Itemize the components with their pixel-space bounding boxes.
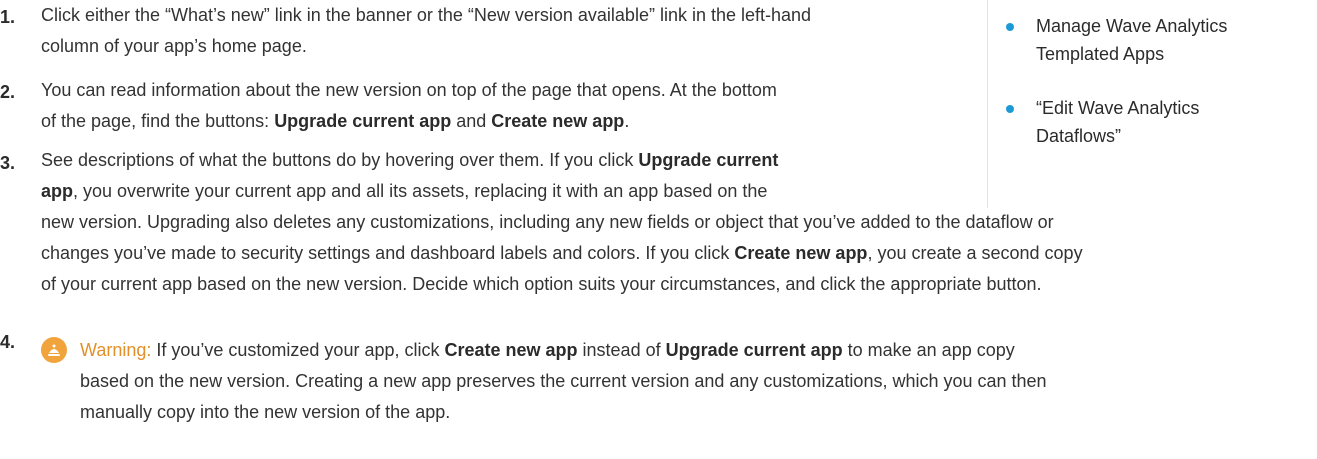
bullet-icon [1006,105,1014,113]
step-1-line-1: Click either the “What’s new” link in th… [41,5,812,25]
create-new-app-term: Create new app [491,111,625,131]
step-3-line-1: See descriptions of what the buttons do … [41,150,779,170]
warning-text: Warning: If you’ve customized your app, … [80,335,1047,428]
create-new-app-term: Create new app [444,340,578,360]
step-number: 3. [0,153,16,173]
sidebar-item-label: “Edit Wave Analytics [1036,98,1200,118]
step-2-line-1: You can read information about the new v… [41,80,777,100]
sidebar-item-label: Dataflows” [1036,126,1122,146]
step-3-line-5: of your current app based on the new ver… [41,274,1042,294]
warning-icon [41,337,67,363]
upgrade-current-app-term: Upgrade current app [274,111,452,131]
step-text: See descriptions of what the buttons do … [41,145,778,207]
app-term: app [41,181,74,201]
step-text: Click either the “What’s new” link in th… [41,0,811,62]
sidebar-item-edit-dataflows[interactable]: “Edit Wave Analytics Dataflows” [1006,94,1296,150]
warning-line-3: manually copy into the new version of th… [80,402,451,422]
step-3-line-2: app, you overwrite your current app and … [41,181,768,201]
step-number: 1. [0,7,16,27]
sidebar-item-label: Templated Apps [1036,44,1165,64]
step-number: 2. [0,82,16,102]
warning-label: Warning: [80,340,152,360]
warning-line-1: Warning: If you’ve customized your app, … [80,340,1015,360]
related-links-sidebar: Manage Wave Analytics Templated Apps “Ed… [987,0,1298,208]
step-3-line-3: new version. Upgrading also deletes any … [41,212,1054,232]
create-new-app-term: Create new app [734,243,868,263]
step-1-line-2: column of your app’s home page. [41,36,307,56]
warning-line-2: based on the new version. Creating a new… [80,371,1047,391]
upgrade-current-app-term: Upgrade current app [665,340,843,360]
step-3-wrap-text: new version. Upgrading also deletes any … [41,207,1083,300]
step-number: 4. [0,332,16,352]
step-3-line-4: changes you’ve made to security settings… [41,243,1083,263]
step-text: You can read information about the new v… [41,75,777,137]
sidebar-item-manage-templated-apps[interactable]: Manage Wave Analytics Templated Apps [1006,12,1296,68]
sidebar-item-label: Manage Wave Analytics [1036,16,1228,36]
step-2-line-2: of the page, find the buttons: Upgrade c… [41,111,630,131]
upgrade-current-term: Upgrade current [638,150,779,170]
bullet-icon [1006,23,1014,31]
